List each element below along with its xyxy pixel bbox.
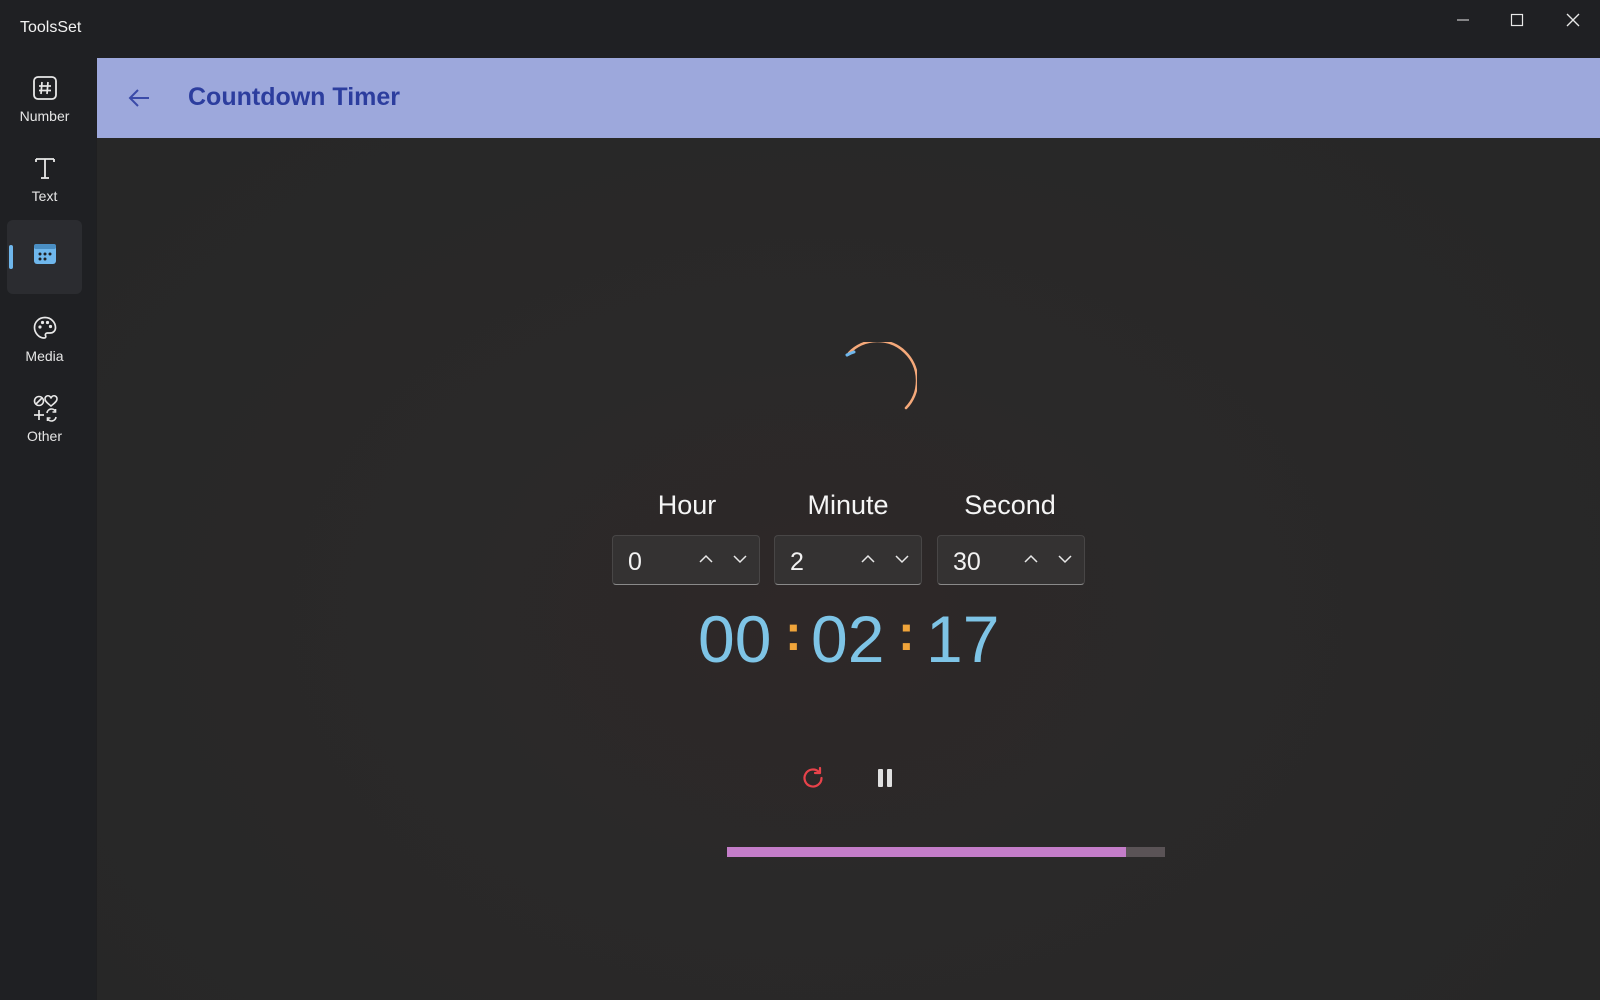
- close-button[interactable]: [1546, 0, 1600, 40]
- hours-display: 00: [698, 602, 772, 676]
- chevron-down-icon: [1058, 555, 1072, 564]
- sidebar-item-media[interactable]: Media: [7, 302, 82, 376]
- second-decrement-button[interactable]: [1053, 549, 1077, 569]
- hour-value: 0: [628, 548, 642, 576]
- second-label: Second: [964, 490, 1056, 520]
- chevron-up-icon: [1024, 554, 1038, 563]
- sidebar-item-text[interactable]: Text: [7, 142, 82, 216]
- separator-colon: :: [785, 605, 802, 661]
- symbols-icon: [31, 394, 59, 422]
- hash-icon: [31, 74, 59, 102]
- minute-input[interactable]: 2: [774, 535, 922, 585]
- page-title: Countdown Timer: [188, 83, 401, 111]
- chevron-down-icon: [733, 555, 747, 564]
- pause-icon: [878, 769, 892, 787]
- app-title: ToolsSet: [20, 19, 82, 36]
- sidebar-item-calendar[interactable]: [7, 220, 82, 294]
- text-t-icon: [31, 154, 59, 182]
- second-increment-button[interactable]: [1019, 549, 1043, 569]
- maximize-button[interactable]: [1490, 0, 1544, 40]
- hour-label: Hour: [657, 490, 717, 520]
- selection-indicator: [9, 245, 13, 269]
- sidebar-item-label: Media: [25, 348, 64, 364]
- progress-ring: [845, 342, 917, 410]
- seconds-display: 17: [926, 602, 1000, 676]
- chevron-up-icon: [861, 554, 875, 563]
- sidebar-item-label: Text: [31, 188, 58, 204]
- chevron-down-icon: [895, 555, 909, 564]
- hour-decrement-button[interactable]: [728, 549, 752, 569]
- sidebar-item-number[interactable]: Number: [7, 62, 82, 136]
- main-content: Countdown Timer Hour Minute Second 0 2 3…: [97, 58, 1600, 1000]
- back-button[interactable]: [119, 78, 159, 118]
- minimize-icon: [1457, 19, 1469, 21]
- minutes-display: 02: [811, 602, 885, 676]
- maximize-icon: [1510, 13, 1524, 27]
- minimize-button[interactable]: [1436, 0, 1490, 40]
- sidebar-item-label: Number: [19, 108, 70, 124]
- minute-decrement-button[interactable]: [890, 549, 914, 569]
- calendar-icon: [31, 240, 59, 268]
- pause-button[interactable]: [865, 758, 905, 798]
- chevron-up-icon: [699, 554, 713, 563]
- page-header: Countdown Timer: [97, 58, 1600, 138]
- countdown-progress-bar: [727, 847, 1165, 857]
- hour-input[interactable]: 0: [612, 535, 760, 585]
- separator-colon: :: [898, 605, 915, 661]
- second-value: 30: [953, 548, 981, 576]
- sidebar-item-label: Other: [26, 428, 62, 444]
- progress-fill: [727, 847, 1126, 857]
- minute-label: Minute: [807, 490, 889, 520]
- reset-icon: [803, 766, 823, 788]
- reset-button[interactable]: [793, 758, 833, 798]
- palette-icon: [31, 314, 59, 342]
- sidebar-item-other[interactable]: Other: [7, 382, 82, 456]
- back-arrow-icon: [128, 89, 149, 107]
- hour-increment-button[interactable]: [694, 549, 718, 569]
- title-bar: ToolsSet: [0, 0, 1600, 58]
- sidebar: Number Text Media Other: [0, 58, 96, 1000]
- minute-value: 2: [790, 548, 804, 576]
- minute-increment-button[interactable]: [856, 549, 880, 569]
- second-input[interactable]: 30: [937, 535, 1085, 585]
- close-icon: [1566, 13, 1580, 27]
